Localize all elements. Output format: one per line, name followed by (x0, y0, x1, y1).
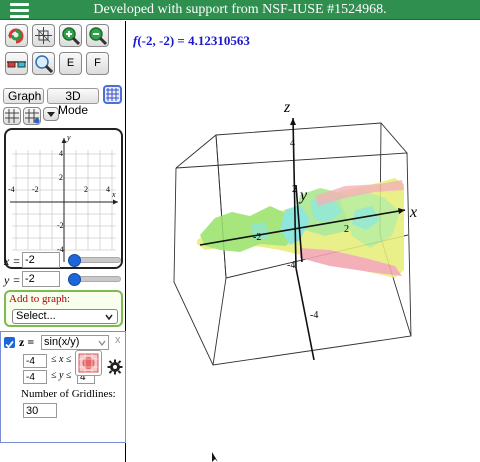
x-coordinate-label: x = (4, 254, 21, 268)
x-coordinate-input[interactable] (22, 252, 60, 268)
support-banner: Developed with support from NSF-IUSE #15… (93, 2, 387, 17)
mini-2d-graph[interactable]: -4 -2 2 4 4 2 -2 -4 x y (4, 128, 123, 269)
sidebar: E F Graph 3D Mode -4 -2 2 4 4 2 -2 -4 x … (0, 21, 126, 462)
tick-z-neg4: -4 (310, 310, 318, 321)
axis-x-label: x (409, 204, 417, 221)
chevron-down-icon (47, 112, 55, 117)
mini-tick-y-4: 4 (59, 149, 63, 158)
add-to-graph-label: Add to graph: (9, 293, 71, 305)
zoom-in-icon (62, 27, 81, 46)
grid-points-icon (25, 109, 40, 124)
zoom-fit-icon (35, 55, 54, 74)
mini-axis-y-label: y (67, 133, 71, 142)
function-panel: z = sin(x/y) x ≤ x ≤ ≤ y ≤ (0, 331, 126, 443)
y-range-label: ≤ y ≤ (51, 370, 72, 381)
mini-tick-x-4: 4 (106, 185, 110, 194)
axis-z-label: z (283, 99, 291, 116)
3d-plot-canvas: x y z -2 2 2 -4 4 -4 (173, 99, 417, 462)
grid-toggle-button[interactable] (103, 85, 122, 104)
y-slider-thumb[interactable] (68, 273, 81, 286)
reset-view-button[interactable] (5, 24, 28, 47)
mini-axis-x-label: x (112, 190, 116, 199)
x-range-label: ≤ x ≤ (51, 354, 72, 365)
domain-picker-button[interactable] (75, 350, 102, 376)
mini-tick-x-neg4: -4 (8, 185, 15, 194)
graph-button[interactable]: Graph (3, 88, 44, 104)
add-to-graph-select-value: Select... (16, 310, 56, 322)
mini-tick-x-2: 2 (84, 185, 88, 194)
domain-grid-icon (78, 353, 99, 373)
rotate-button[interactable] (32, 24, 55, 47)
grid-icon (106, 88, 119, 101)
checkmark-icon (5, 340, 14, 349)
3d-mode-button[interactable]: 3D Mode (47, 88, 99, 117)
tick-y-neg4: -4 (287, 260, 295, 271)
gridlines-input[interactable] (23, 403, 57, 418)
grid-points-button[interactable] (23, 107, 41, 125)
chevron-down-icon (105, 314, 113, 321)
tick-y-2: 2 (292, 184, 297, 195)
y-coordinate-label: y = (4, 273, 21, 287)
tick-x-2: 2 (344, 224, 349, 235)
z-equals-label: z = (19, 335, 35, 349)
function-expression-value: sin(x/y) (44, 336, 80, 348)
tick-x-neg2: -2 (253, 232, 261, 243)
y-coordinate-input[interactable] (22, 271, 60, 287)
3d-graph-area[interactable]: f(-2, -2) = 4.12310563 x y z -2 2 2 -4 4… (127, 21, 480, 462)
remove-function-button[interactable]: x (115, 334, 121, 346)
f-button[interactable]: F (86, 52, 109, 75)
tick-z-4: 4 (290, 138, 295, 149)
grid-lines-icon (5, 109, 19, 123)
anaglyph-3d-button[interactable] (5, 52, 28, 75)
x-slider-thumb[interactable] (68, 254, 81, 267)
top-bar: Developed with support from NSF-IUSE #15… (0, 0, 480, 20)
axis-y-label: y (298, 187, 308, 204)
gear-icon (107, 359, 123, 375)
e-button[interactable]: E (59, 52, 82, 75)
mini-tick-y-neg2: -2 (57, 221, 64, 230)
gridlines-label: Number of Gridlines: (21, 388, 116, 400)
x-min-input[interactable] (23, 354, 47, 368)
zoom-out-button[interactable] (86, 24, 109, 47)
add-to-graph-panel: Add to graph: Select... (4, 290, 123, 327)
y-min-input[interactable] (23, 370, 47, 384)
function-expression-input[interactable]: sin(x/y) (41, 335, 109, 350)
zoom-fit-button[interactable] (32, 52, 55, 75)
mini-tick-x-neg2: -2 (32, 185, 39, 194)
3d-glasses-icon (7, 61, 26, 68)
zoom-in-button[interactable] (59, 24, 82, 47)
rotate-icon (35, 27, 52, 44)
reset-view-icon (8, 28, 24, 44)
zoom-out-icon (89, 27, 108, 46)
mouse-cursor-icon (212, 452, 218, 462)
function-settings-button[interactable] (107, 359, 123, 375)
mini-tick-y-2: 2 (59, 173, 63, 182)
function-enable-checkbox[interactable] (4, 337, 15, 349)
chevron-down-icon (98, 340, 106, 346)
add-to-graph-select[interactable]: Select... (12, 309, 118, 324)
grid-lines-button[interactable] (3, 107, 21, 125)
dropdown-button[interactable] (43, 107, 59, 121)
